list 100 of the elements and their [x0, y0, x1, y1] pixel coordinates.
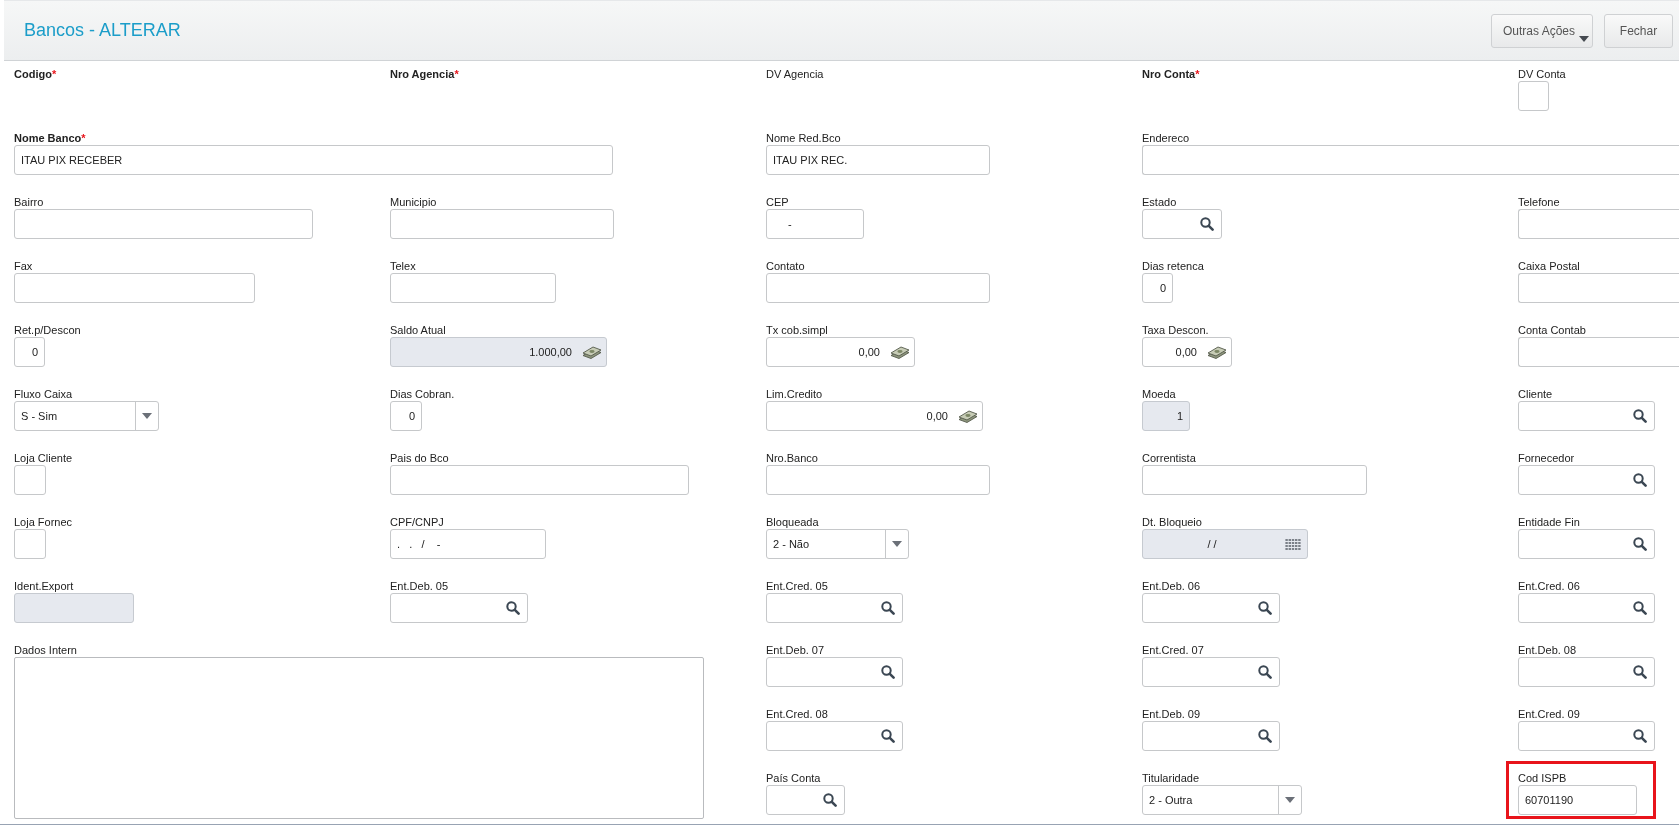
search-icon[interactable] [823, 793, 837, 807]
input-field[interactable] [766, 273, 990, 303]
lookup-field[interactable] [1518, 401, 1655, 431]
lookup-field[interactable] [390, 593, 528, 623]
field-label: Caixa Postal [1518, 259, 1580, 273]
required-mark: * [454, 67, 459, 81]
field-label: Endereco [1142, 131, 1190, 145]
text-area[interactable] [14, 657, 704, 819]
lookup-field[interactable] [766, 721, 903, 751]
field-label: Ent.Cred. 09 [1518, 707, 1580, 721]
banknotes-icon [958, 409, 978, 423]
lookup-field[interactable] [1518, 721, 1655, 751]
currency-field[interactable]: 0,00 [766, 401, 983, 431]
lookup-field[interactable] [1518, 657, 1655, 687]
search-icon[interactable] [1633, 409, 1647, 423]
input-field[interactable] [14, 209, 313, 239]
field-label: Titularidade [1142, 771, 1200, 785]
lookup-field[interactable] [1142, 593, 1280, 623]
field-label: DV Agencia [766, 67, 824, 81]
search-icon[interactable] [881, 601, 895, 615]
input-field[interactable] [1142, 465, 1367, 495]
field-label: Cliente [1518, 387, 1553, 401]
input-field[interactable] [14, 465, 46, 495]
search-icon[interactable] [1633, 473, 1647, 487]
banknotes-icon [1207, 345, 1227, 359]
input-field[interactable]: 60701190 [1518, 785, 1637, 815]
field-label: Moeda [1142, 387, 1176, 401]
field-label: Nome Banco [14, 131, 82, 145]
input-field[interactable] [14, 529, 46, 559]
currency-field[interactable]: 0,00 [766, 337, 915, 367]
field-label: Estado [1142, 195, 1177, 209]
field-label: Nro Conta [1142, 67, 1196, 81]
input-field[interactable] [14, 273, 255, 303]
field-label: Fluxo Caixa [14, 387, 73, 401]
search-icon[interactable] [506, 601, 520, 615]
input-field[interactable] [766, 465, 990, 495]
input-field[interactable]: - [766, 209, 864, 239]
input-field[interactable] [390, 273, 556, 303]
input-field[interactable]: 0 [14, 337, 45, 367]
currency-field[interactable]: 0,00 [1142, 337, 1232, 367]
banknotes-icon [582, 345, 602, 359]
input-field[interactable] [390, 465, 689, 495]
input-field[interactable] [1518, 81, 1549, 111]
search-icon[interactable] [1633, 537, 1647, 551]
input-field[interactable]: . . / - [390, 529, 546, 559]
field-label: Ret.p/Descon [14, 323, 81, 337]
field-label: Ident.Export [14, 579, 74, 593]
lookup-field[interactable] [1142, 721, 1280, 751]
field-label: CEP [766, 195, 789, 209]
search-icon[interactable] [881, 729, 895, 743]
field-label: Ent.Cred. 06 [1518, 579, 1580, 593]
input-field[interactable]: ITAU PIX RECEBER [14, 145, 613, 175]
menu-button[interactable]: Outras Ações [1491, 13, 1593, 48]
search-icon[interactable] [1633, 729, 1647, 743]
input-field[interactable]: 0 [390, 401, 422, 431]
input-field[interactable] [1518, 337, 1679, 367]
input-field[interactable]: ITAU PIX REC. [766, 145, 990, 175]
input-field[interactable] [1518, 209, 1679, 239]
field-label: Dias retenca [1142, 259, 1204, 273]
caret-icon [1285, 797, 1295, 803]
input-field[interactable] [1518, 273, 1679, 303]
search-icon[interactable] [1633, 665, 1647, 679]
field-label: Dt. Bloqueio [1142, 515, 1202, 529]
search-icon[interactable] [881, 665, 895, 679]
field-label: Nro Agencia [390, 67, 455, 81]
field-label: Dias Cobran. [390, 387, 455, 401]
search-icon[interactable] [1258, 729, 1272, 743]
lookup-field[interactable] [1518, 465, 1655, 495]
search-icon[interactable] [1200, 217, 1214, 231]
search-icon[interactable] [1633, 601, 1647, 615]
required-mark: * [1195, 67, 1200, 81]
close-button[interactable]: Fechar [1604, 13, 1673, 48]
lookup-field[interactable] [766, 593, 903, 623]
field-label: Telefone [1518, 195, 1560, 209]
lookup-field[interactable] [1518, 593, 1655, 623]
field-label: Cod ISPB [1518, 771, 1567, 785]
lookup-field[interactable] [766, 657, 903, 687]
field-label: Ent.Cred. 08 [766, 707, 828, 721]
input-field[interactable] [390, 209, 614, 239]
caret-icon [142, 413, 152, 419]
input-field[interactable]: 0 [1142, 273, 1173, 303]
field-label: Correntista [1142, 451, 1196, 465]
lookup-field[interactable] [1142, 657, 1280, 687]
field-label: Fax [14, 259, 33, 273]
field-label: Ent.Deb. 07 [766, 643, 825, 657]
search-icon[interactable] [1258, 665, 1272, 679]
field-label: Contato [766, 259, 805, 273]
lookup-field[interactable] [1518, 529, 1655, 559]
dropdown[interactable]: 2 - Outra [1142, 785, 1302, 815]
search-icon[interactable] [1258, 601, 1272, 615]
field-label: Nro.Banco [766, 451, 818, 465]
lookup-field[interactable] [1142, 209, 1222, 239]
field-label: Ent.Deb. 06 [1142, 579, 1201, 593]
caret-icon [892, 541, 902, 547]
input-field[interactable] [1142, 145, 1679, 175]
required-mark: * [81, 131, 86, 145]
lookup-field[interactable] [766, 785, 845, 815]
dropdown[interactable]: 2 - Não [766, 529, 909, 559]
dropdown[interactable]: S - Sim [14, 401, 159, 431]
field-label: Fornecedor [1518, 451, 1575, 465]
